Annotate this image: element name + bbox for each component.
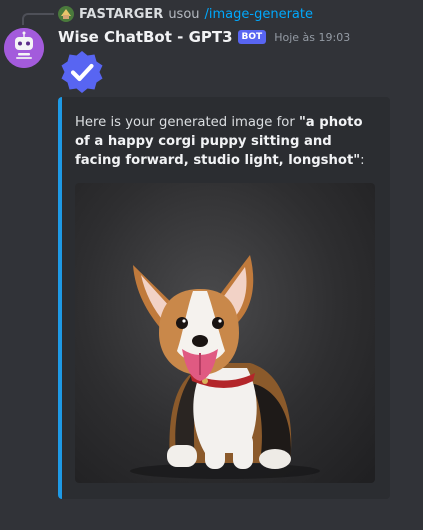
reply-verb: usou [168, 6, 200, 22]
message-embed: Here is your generated image for "a phot… [58, 97, 390, 499]
generated-image[interactable] [75, 183, 375, 483]
reply-username[interactable]: FASTARGER [79, 7, 163, 22]
bot-tag: BOT [237, 30, 267, 44]
author-name[interactable]: Wise ChatBot - GPT3 [58, 28, 233, 46]
reply-command[interactable]: /image-generate [205, 7, 313, 22]
embed-description: Here is your generated image for "a phot… [75, 113, 375, 170]
message-timestamp[interactable]: Hoje às 19:03 [274, 31, 350, 44]
embed-text-suffix: : [360, 153, 365, 168]
reply-reference[interactable]: FASTARGER usou /image-generate [58, 5, 313, 23]
reply-user-avatar[interactable] [58, 6, 74, 22]
corgi-puppy-image [130, 255, 320, 479]
message-header: Wise ChatBot - GPT3 BOT Hoje às 19:03 [58, 26, 350, 48]
embed-text-prefix: Here is your generated image for [75, 115, 299, 130]
reply-connector [22, 13, 54, 25]
bot-avatar[interactable] [4, 28, 44, 68]
embed-accent-bar [58, 97, 62, 499]
verified-badge-icon [61, 51, 103, 93]
robot-icon [4, 28, 44, 68]
